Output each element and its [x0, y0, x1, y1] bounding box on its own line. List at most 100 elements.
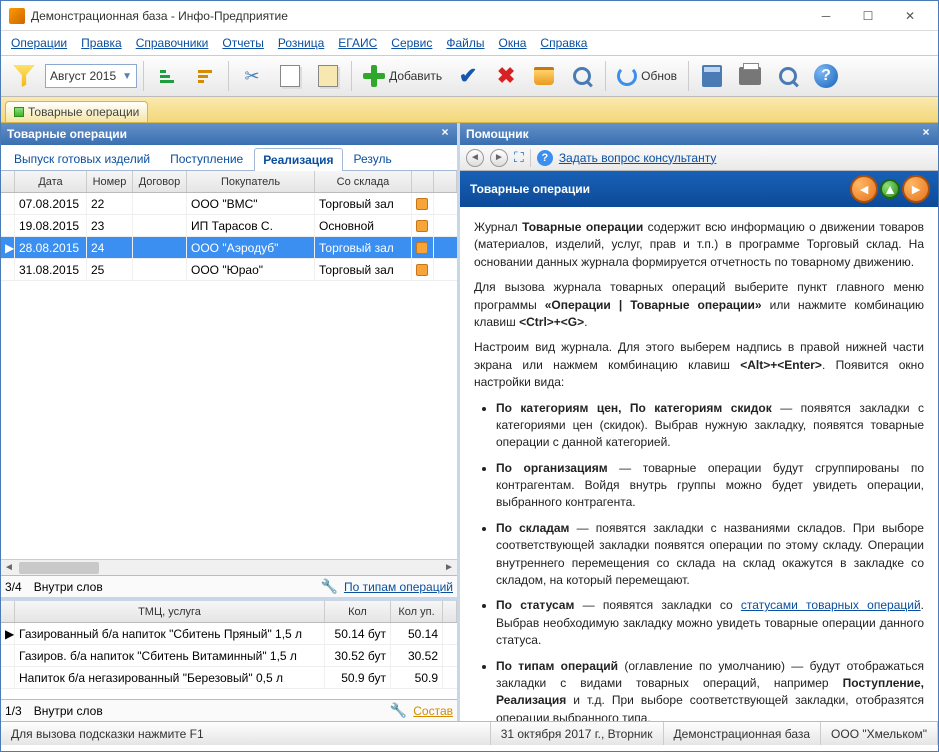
grid-hscroll[interactable]: ◄► — [1, 559, 457, 575]
cut-button[interactable]: ✂ — [235, 59, 269, 93]
table-row[interactable]: Напиток б/а негазированный "Березовый" 0… — [1, 667, 457, 689]
print-button[interactable] — [733, 59, 767, 93]
help-button[interactable]: ? — [809, 59, 843, 93]
helper-bullet: По организациям — товарные операции буду… — [496, 460, 924, 512]
nav-back-button[interactable]: ◄ — [466, 149, 484, 167]
helper-prev-button[interactable]: ◄ — [850, 175, 878, 203]
pane-close-button[interactable]: × — [437, 125, 453, 141]
tab-incoming[interactable]: Поступление — [161, 147, 252, 170]
trash-icon — [534, 67, 554, 85]
table-row[interactable]: 19.08.201523ИП Тарасов С.Основной — [1, 215, 457, 237]
titlebar: Демонстрационная база - Инфо-Предприятие… — [1, 1, 938, 31]
grid-search-mode[interactable]: Внутри слов — [34, 580, 103, 594]
table-row[interactable]: Газиров. б/а напиток "Сбитень Витаминный… — [1, 645, 457, 667]
col-buyer[interactable]: Покупатель — [187, 171, 315, 192]
menu-help[interactable]: Справка — [540, 36, 587, 50]
menu-retail[interactable]: Розница — [278, 36, 324, 50]
confirm-button[interactable]: ✔ — [451, 59, 485, 93]
helper-header: Помощник × — [460, 123, 938, 145]
menu-edit[interactable]: Правка — [81, 36, 122, 50]
dcol-item[interactable]: ТМЦ, услуга — [15, 601, 325, 622]
tab-realization[interactable]: Реализация — [254, 148, 342, 171]
nav-forward-button[interactable]: ► — [490, 149, 508, 167]
helper-home-button[interactable]: ▲ — [880, 179, 900, 199]
table-row[interactable]: 07.08.201522ООО "ВМС"Торговый зал — [1, 193, 457, 215]
tab-production[interactable]: Выпуск готовых изделий — [5, 147, 159, 170]
helper-heading: Товарные операции ◄ ▲ ► — [460, 171, 938, 207]
expand-icon[interactable]: ⛶ — [514, 149, 524, 166]
dcol-marker[interactable] — [1, 601, 15, 622]
preview-button[interactable] — [771, 59, 805, 93]
copy-icon — [280, 65, 300, 87]
close-button[interactable]: ✕ — [890, 5, 930, 27]
sort-asc-icon — [160, 70, 174, 83]
doc-tab-goods-operations[interactable]: Товарные операции — [5, 101, 148, 122]
col-date[interactable]: Дата — [15, 171, 87, 192]
trash-button[interactable] — [527, 59, 561, 93]
add-button[interactable]: Добавить — [358, 59, 447, 93]
detail-filter-link[interactable]: Состав — [413, 704, 453, 718]
copy-button[interactable] — [273, 59, 307, 93]
sort-desc-button[interactable] — [188, 59, 222, 93]
funnel-icon — [13, 65, 35, 87]
helper-next-button[interactable]: ► — [902, 175, 930, 203]
search-button[interactable] — [565, 59, 599, 93]
menu-service[interactable]: Сервис — [391, 36, 432, 50]
delete-button[interactable]: ✖ — [489, 59, 523, 93]
col-icon[interactable] — [412, 171, 434, 192]
detail-search-mode[interactable]: Внутри слов — [34, 704, 103, 718]
menubar: Операции Правка Справочники Отчеты Розни… — [1, 31, 938, 55]
paste-button[interactable] — [311, 59, 345, 93]
helper-close-button[interactable]: × — [918, 125, 934, 141]
wrench-icon[interactable]: 🔧 — [390, 702, 407, 719]
wrench-icon[interactable]: 🔧 — [321, 578, 338, 595]
ask-consultant-link[interactable]: Задать вопрос консультанту — [559, 151, 717, 165]
minimize-button[interactable]: ─ — [806, 5, 846, 27]
menu-directories[interactable]: Справочники — [136, 36, 209, 50]
table-row[interactable]: ▶28.08.201524ООО "Аэродуб"Торговый зал — [1, 237, 457, 259]
row-action-icon[interactable] — [416, 198, 428, 210]
status-db: Демонстрационная база — [664, 722, 822, 745]
dcol-pack[interactable]: Кол уп. — [391, 601, 443, 622]
row-action-icon[interactable] — [416, 242, 428, 254]
dcol-qty[interactable]: Кол — [325, 601, 391, 622]
period-select[interactable]: Август 2015▼ — [45, 64, 137, 88]
col-contract[interactable]: Договор — [133, 171, 187, 192]
table-row[interactable]: 31.08.201525ООО "Юрао"Торговый зал — [1, 259, 457, 281]
plus-icon — [363, 65, 385, 87]
row-action-icon[interactable] — [416, 220, 428, 232]
helper-toolbar: ◄ ► ⛶ ? Задать вопрос консультанту — [460, 145, 938, 171]
question-icon: ? — [537, 150, 553, 166]
menu-windows[interactable]: Окна — [499, 36, 527, 50]
calculator-icon — [702, 65, 722, 87]
menu-operations[interactable]: Операции — [11, 36, 67, 50]
refresh-button[interactable]: Обнов — [612, 59, 682, 93]
menu-files[interactable]: Файлы — [446, 36, 484, 50]
table-row[interactable]: ▶Газированный б/а напиток "Сбитень Пряны… — [1, 623, 457, 645]
paste-icon — [318, 65, 338, 87]
status-date: 31 октября 2017 г., Вторник — [491, 722, 664, 745]
calc-button[interactable] — [695, 59, 729, 93]
search-icon — [573, 67, 591, 85]
grid-filter-link[interactable]: По типам операций — [344, 580, 453, 594]
app-icon — [9, 8, 25, 24]
toolbar: Август 2015▼ ✂ Добавить ✔ ✖ Обнов ? — [1, 55, 938, 97]
col-number[interactable]: Номер — [87, 171, 133, 192]
sort-asc-button[interactable] — [150, 59, 184, 93]
goods-operations-pane: Товарные операции × Выпуск готовых издел… — [1, 123, 460, 721]
helper-pane: Помощник × ◄ ► ⛶ ? Задать вопрос консуль… — [460, 123, 938, 721]
printer-icon — [739, 67, 761, 85]
col-marker[interactable] — [1, 171, 15, 192]
grid-position: 3/4 — [5, 580, 22, 594]
helper-bullet: По складам — появятся закладки с названи… — [496, 520, 924, 590]
tab-results[interactable]: Резуль — [345, 147, 401, 170]
col-warehouse[interactable]: Со склада — [315, 171, 412, 192]
menu-egais[interactable]: ЕГАИС — [338, 36, 377, 50]
helper-link[interactable]: статусами товарных операций — [741, 598, 921, 612]
pane-header: Товарные операции × — [1, 123, 457, 145]
maximize-button[interactable]: ☐ — [848, 5, 888, 27]
filter-button[interactable] — [7, 59, 41, 93]
status-hint: Для вызова подсказки нажмите F1 — [1, 722, 491, 745]
row-action-icon[interactable] — [416, 264, 428, 276]
menu-reports[interactable]: Отчеты — [222, 36, 263, 50]
